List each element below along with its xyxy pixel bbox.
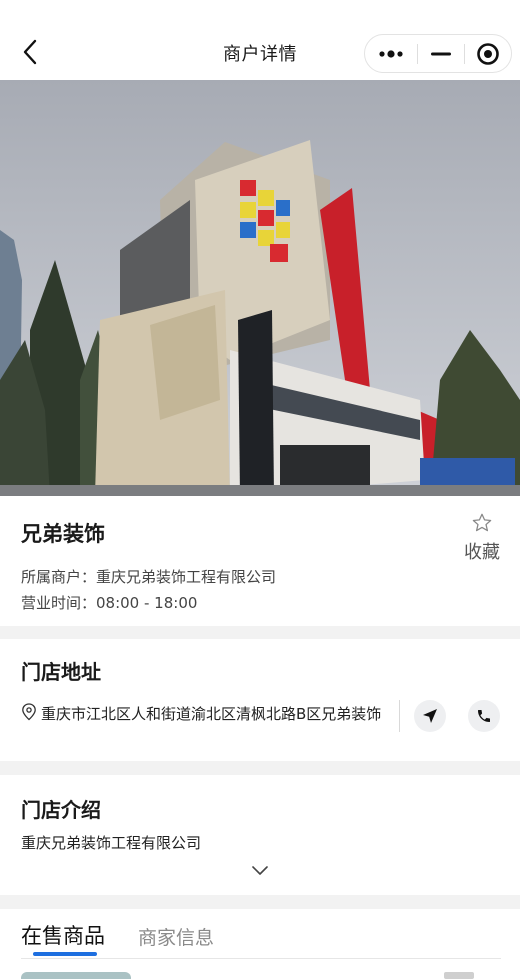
more-dots-icon <box>379 49 403 58</box>
location-pin-icon <box>22 703 36 721</box>
store-address: 重庆市江北区人和街道渝北区清枫北路B区兄弟装饰 <box>41 705 382 723</box>
expand-button[interactable] <box>250 862 270 881</box>
product-thumbnail[interactable] <box>21 972 131 979</box>
store-photo[interactable] <box>0 80 520 496</box>
address-section-title: 门店地址 <box>21 660 101 684</box>
phone-icon <box>478 710 490 722</box>
tab-merchant-info[interactable]: 商家信息 <box>138 923 214 950</box>
call-button[interactable] <box>468 700 500 732</box>
store-name: 兄弟装饰 <box>21 522 105 546</box>
navigate-button[interactable] <box>414 700 446 732</box>
close-button[interactable] <box>465 35 511 72</box>
favorite-button[interactable]: 收藏 <box>458 512 506 564</box>
favorite-label: 收藏 <box>464 542 500 563</box>
store-front-photo <box>0 80 520 496</box>
merchant-line: 所属商户：重庆兄弟装饰工程有限公司 <box>21 568 277 586</box>
intro-section-title: 门店介绍 <box>21 798 101 822</box>
more-button[interactable] <box>365 35 417 72</box>
star-outline-icon <box>472 513 492 532</box>
intro-text: 重庆兄弟装饰工程有限公司 <box>21 834 202 852</box>
product-price-peek <box>444 972 474 979</box>
business-hours: 营业时间：08:00 - 18:00 <box>21 594 198 612</box>
active-tab-indicator <box>33 952 97 956</box>
address-divider <box>399 700 400 732</box>
navigation-bar: 商户详情 <box>0 0 520 80</box>
mini-program-capsule <box>364 34 512 73</box>
minimize-button[interactable] <box>418 35 464 72</box>
chevron-down-icon <box>252 866 268 875</box>
store-info-card: 兄弟装饰 所属商户：重庆兄弟装饰工程有限公司 营业时间：08:00 - 18:0… <box>0 496 520 626</box>
minimize-icon <box>431 52 451 55</box>
tabs-divider <box>21 958 501 959</box>
close-target-icon <box>477 42 499 65</box>
navigate-arrow-icon <box>423 709 437 723</box>
tab-on-sale[interactable]: 在售商品 <box>21 920 105 950</box>
